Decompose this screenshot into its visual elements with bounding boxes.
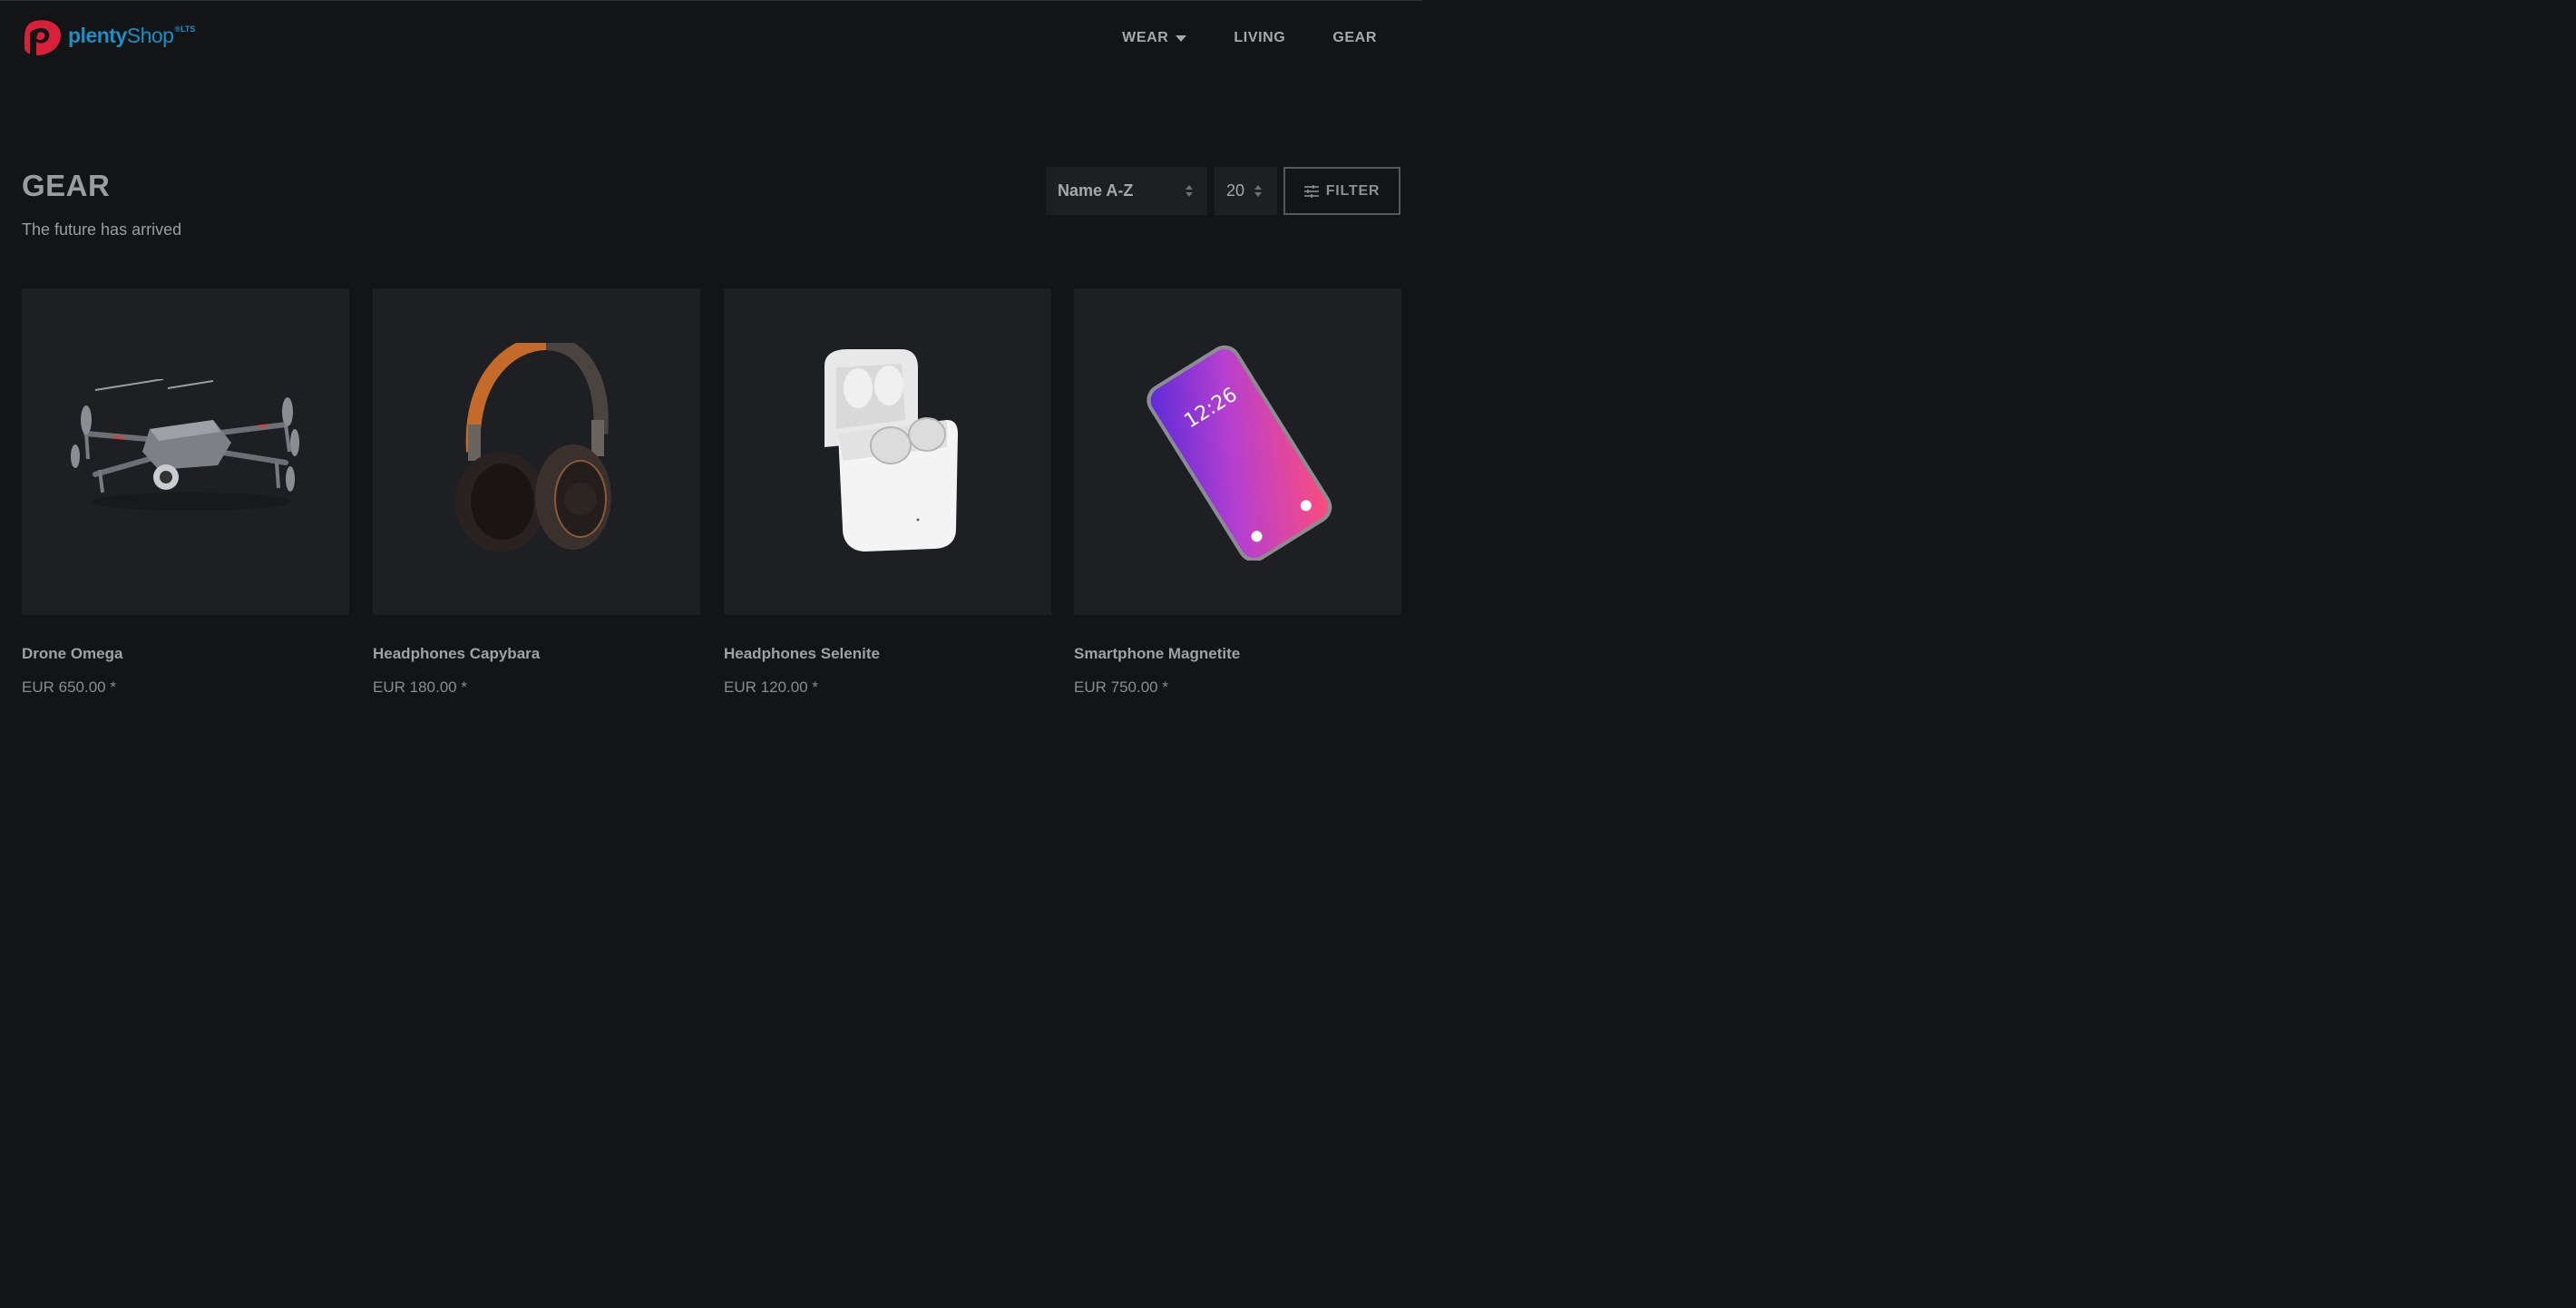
filter-button[interactable]: FILTER — [1283, 167, 1400, 215]
brand-suffix: ®LTS — [174, 24, 196, 34]
items-per-page-select[interactable]: 20 — [1215, 167, 1277, 215]
smartphone-image: 12:26 — [1146, 345, 1332, 561]
headphones-image — [454, 343, 611, 552]
product-name[interactable]: Drone Omega — [22, 645, 349, 663]
product-card: Headphones Selenite EUR 120.00 * — [724, 288, 1051, 697]
sort-select[interactable]: Name A-Z — [1046, 167, 1207, 215]
site-header: plentyShop ®LTS WEAR LIVING GEAR — [0, 1, 1422, 77]
nav-item-label: GEAR — [1332, 30, 1377, 45]
product-name[interactable]: Smartphone Magnetite — [1074, 645, 1401, 663]
product-name[interactable]: Headphones Selenite — [724, 645, 1051, 663]
brand-logo[interactable]: plentyShop ®LTS — [22, 19, 195, 57]
plenty-logo-icon — [24, 20, 62, 56]
nav-item-living[interactable]: LIVING — [1210, 28, 1309, 48]
nav-item-gear[interactable]: GEAR — [1309, 28, 1377, 48]
product-image[interactable] — [724, 288, 1051, 615]
filter-label: FILTER — [1325, 182, 1381, 199]
sliders-icon — [1303, 184, 1319, 198]
product-price: EUR 750.00 * — [1074, 678, 1168, 696]
product-price: EUR 650.00 * — [22, 678, 116, 696]
product-image[interactable] — [22, 288, 349, 615]
select-arrows-icon — [1186, 185, 1193, 198]
sort-value: Name A-Z — [1058, 181, 1134, 200]
nav-item-label: WEAR — [1122, 30, 1169, 45]
brand-name: plentyShop — [68, 24, 174, 47]
product-card: Headphones Capybara EUR 180.00 * — [373, 288, 700, 697]
earbuds-case-image — [824, 349, 958, 552]
nav-item-wear[interactable]: WEAR — [1098, 28, 1210, 48]
product-name[interactable]: Headphones Capybara — [373, 645, 700, 663]
drone-image — [70, 379, 299, 511]
product-image[interactable]: 12:26 — [1074, 288, 1401, 615]
page-title: GEAR — [22, 169, 111, 202]
product-price: EUR 120.00 * — [724, 678, 818, 696]
nav-item-label: LIVING — [1234, 30, 1286, 45]
caret-down-icon — [1176, 35, 1187, 42]
product-image[interactable] — [373, 288, 700, 615]
product-card: Drone Omega EUR 650.00 * — [22, 288, 349, 697]
product-card: 12:26 Smartphone Magnetite EUR 750.00 * — [1074, 288, 1401, 697]
category-description: The future has arrived — [22, 220, 182, 239]
items-per-page-value: 20 — [1226, 181, 1245, 200]
product-price: EUR 180.00 * — [373, 678, 467, 696]
main-nav: WEAR LIVING GEAR — [1098, 28, 1377, 48]
select-arrows-icon — [1254, 185, 1262, 198]
